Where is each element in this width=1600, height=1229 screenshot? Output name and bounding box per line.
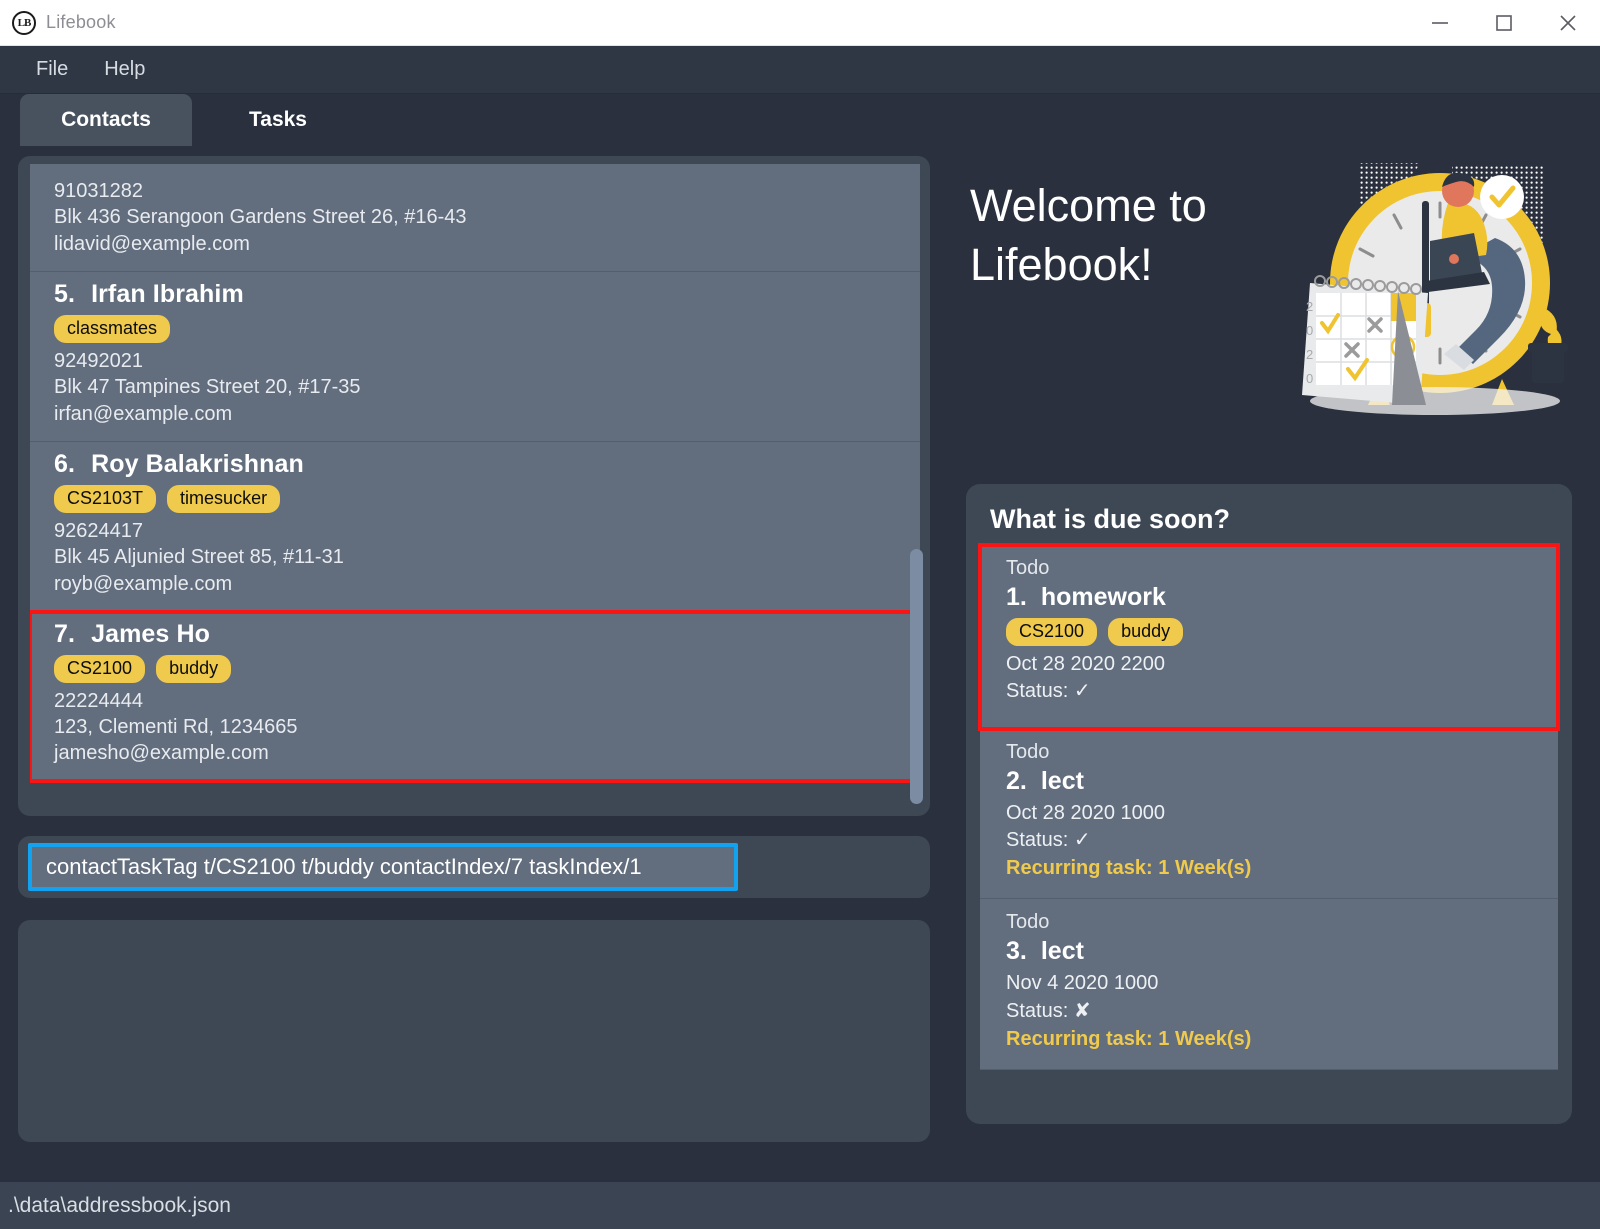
contact-name: 7. James Ho	[54, 620, 916, 649]
task-name: 3. lect	[1006, 937, 1558, 966]
contact-phone: 22224444	[54, 689, 143, 712]
menu-item-file[interactable]: File	[18, 53, 86, 86]
task-status-icon: ✘	[1073, 999, 1091, 1022]
close-button[interactable]	[1536, 0, 1600, 45]
task-list-item-selected[interactable]: Todo 1. homework CS2100 buddy Oct 28 2020…	[978, 542, 1560, 732]
contact-list-item[interactable]: 6. Roy Balakrishnan CS2103T timesucker 92…	[30, 442, 920, 612]
contact-tag-row: CS2103T timesucker	[54, 485, 920, 513]
task-datetime: Nov 4 2020 1000	[1006, 972, 1159, 995]
command-input[interactable]: contactTaskTag t/CS2100 t/buddy contactI…	[28, 843, 738, 891]
contact-address: Blk 47 Tampines Street 20, #17-35	[54, 376, 361, 399]
maximize-button[interactable]	[1472, 0, 1536, 45]
minimize-button[interactable]	[1408, 0, 1472, 45]
contact-tag[interactable]: CS2100	[54, 654, 146, 683]
task-status-label: Status:	[1006, 679, 1069, 702]
task-tag[interactable]: buddy	[1108, 618, 1184, 646]
contact-name: 5. Irfan Ibrahim	[54, 280, 920, 309]
task-tag-row: CS2100 buddy	[1006, 618, 1558, 646]
contact-name: 6. Roy Balakrishnan	[54, 450, 920, 479]
welcome-illustration: 2 0 2 0	[1302, 163, 1568, 415]
task-type: Todo	[1006, 911, 1050, 934]
contact-index: 6.	[54, 450, 76, 479]
contact-index: 5.	[54, 280, 76, 309]
main-content: 91031282 Blk 436 Serangoon Gardens Stree…	[0, 146, 1600, 1181]
tab-tasks[interactable]: Tasks	[192, 94, 364, 146]
status-bar-file-path: .\data\addressbook.json	[8, 1193, 231, 1217]
task-tag[interactable]: CS2100	[1006, 618, 1098, 646]
contact-email: lidavid@example.com	[54, 232, 250, 255]
task-status-icon: ✓	[1073, 829, 1091, 852]
lifebook-logo-icon: LB	[12, 10, 36, 35]
command-panel: contactTaskTag t/CS2100 t/buddy contactI…	[18, 836, 930, 898]
contact-address: Blk 45 Aljunied Street 85, #11-31	[54, 546, 344, 569]
contact-phone: 92492021	[54, 349, 143, 372]
menu-bar: File Help	[0, 46, 1600, 94]
left-column: 91031282 Blk 436 Serangoon Gardens Stree…	[0, 146, 948, 1181]
task-name-text: lect	[1040, 767, 1084, 796]
right-column: Welcome to Lifebook! 2 0 2 0 What is due…	[948, 146, 1600, 1181]
scrollbar-thumb[interactable]	[910, 549, 923, 804]
task-name: 1. homework	[1006, 583, 1558, 612]
task-status-label: Status:	[1006, 829, 1069, 852]
svg-text:2: 2	[1306, 299, 1313, 314]
contact-phone: 92624417	[54, 519, 143, 542]
task-status-icon: ✓	[1073, 679, 1091, 702]
contact-name-text: Irfan Ibrahim	[91, 280, 244, 309]
task-list-item[interactable]: Todo 3. lect Nov 4 2020 1000 Status: ✘ Re…	[980, 899, 1558, 1070]
contact-email: irfan@example.com	[54, 402, 233, 425]
contact-list: 91031282 Blk 436 Serangoon Gardens Stree…	[30, 164, 920, 808]
contact-list-item[interactable]: 5. Irfan Ibrahim classmates 92492021 Blk …	[30, 272, 920, 443]
contact-tag-row: classmates	[54, 315, 920, 343]
task-index: 3.	[1006, 937, 1027, 966]
contact-tag-row: CS2100 buddy	[54, 654, 916, 683]
contact-tag[interactable]: CS2103T	[54, 485, 157, 513]
contact-phone: 91031282	[54, 180, 143, 202]
contact-name-text: James Ho	[91, 619, 210, 648]
contact-list-item-selected[interactable]: 7. James Ho CS2100 buddy 22224444 123, Cl…	[30, 609, 918, 783]
contact-list-panel: 91031282 Blk 436 Serangoon Gardens Stree…	[18, 156, 930, 816]
result-display-panel	[18, 920, 930, 1142]
due-soon-title: What is due soon?	[990, 504, 1230, 534]
task-index: 1.	[1006, 583, 1027, 611]
task-status: Status: ✘	[1006, 998, 1558, 1025]
status-bar: .\data\addressbook.json	[0, 1181, 1600, 1229]
task-status: Status: ✓	[1006, 827, 1558, 854]
window-titlebar: LB Lifebook	[0, 0, 1600, 46]
contact-tag[interactable]: buddy	[156, 654, 232, 683]
contact-tag[interactable]: timesucker	[167, 485, 281, 513]
window-title: Lifebook	[46, 12, 116, 32]
task-datetime: Oct 28 2020 1000	[1006, 802, 1166, 825]
due-soon-panel: What is due soon? Todo 1. homework CS2100…	[966, 484, 1572, 1124]
svg-text:0: 0	[1306, 323, 1313, 338]
welcome-banner: Welcome to Lifebook! 2 0 2 0	[948, 146, 1600, 476]
contact-list-item[interactable]: 91031282 Blk 436 Serangoon Gardens Stree…	[30, 164, 920, 273]
task-type: Todo	[1006, 741, 1050, 764]
task-name-text: homework	[1040, 583, 1166, 611]
contact-address: 123, Clementi Rd, 1234665	[54, 715, 298, 738]
contact-list-scrollbar[interactable]	[908, 164, 924, 808]
task-datetime: Oct 28 2020 2200	[1006, 652, 1166, 675]
contact-index: 7.	[54, 619, 76, 648]
contact-name-text: Roy Balakrishnan	[91, 450, 304, 479]
svg-text:0: 0	[1306, 371, 1313, 386]
task-index: 2.	[1006, 767, 1027, 796]
task-recurring: Recurring task: 1 Week(s)	[1006, 1027, 1252, 1050]
menu-item-help[interactable]: Help	[86, 53, 163, 86]
task-status-label: Status:	[1006, 999, 1069, 1022]
task-name-text: lect	[1040, 937, 1084, 966]
svg-text:2: 2	[1306, 347, 1313, 362]
tab-strip: Contacts Tasks	[0, 94, 1600, 146]
tab-contacts[interactable]: Contacts	[20, 94, 192, 146]
task-name: 2. lect	[1006, 767, 1558, 796]
task-recurring: Recurring task: 1 Week(s)	[1006, 857, 1252, 880]
contact-address: Blk 436 Serangoon Gardens Street 26, #16…	[54, 206, 467, 229]
contact-email: jamesho@example.com	[54, 742, 269, 765]
lifebook-application-window: LB Lifebook File Help Contacts Tasks 910…	[0, 0, 1600, 1229]
task-list-item[interactable]: Todo 2. lect Oct 28 2020 1000 Status: ✓ R…	[980, 729, 1558, 900]
contact-tag[interactable]: classmates	[54, 315, 171, 343]
contact-email: royb@example.com	[54, 572, 233, 595]
welcome-heading: Welcome to Lifebook!	[970, 180, 1207, 291]
task-status: Status: ✓	[1006, 678, 1558, 705]
task-type: Todo	[1006, 557, 1050, 579]
